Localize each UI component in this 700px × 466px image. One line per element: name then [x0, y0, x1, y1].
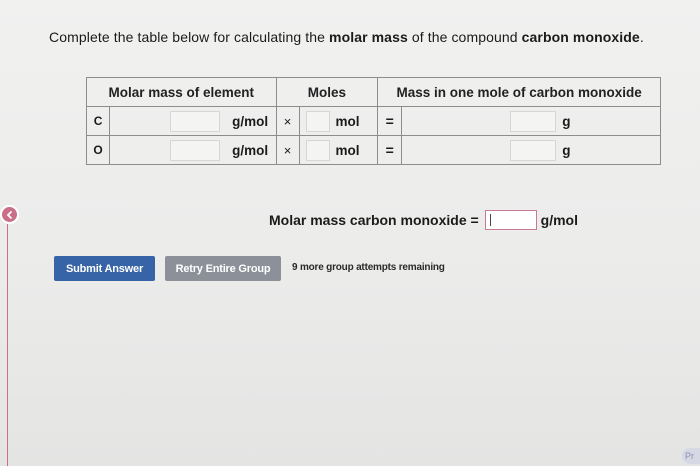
question-instruction: Complete the table below for calculating… [49, 29, 644, 45]
answer-unit: g/mol [540, 212, 579, 228]
corner-tab-label: Pr [685, 451, 694, 461]
table-row-oxygen: O g/mol × mol = g [85, 135, 661, 165]
times-sign: × [275, 106, 300, 136]
moles-cell: mol [298, 135, 379, 165]
instruction-text: Complete the table below for calculating… [49, 29, 326, 45]
oxygen-molar-mass-input[interactable] [170, 139, 221, 161]
equals-sign: = [377, 106, 403, 136]
carbon-mass-input[interactable] [510, 110, 557, 132]
result-cell: g [401, 135, 661, 165]
back-button[interactable] [0, 205, 19, 224]
table-header-row: Molar mass of element Moles Mass in one … [86, 77, 661, 107]
moles-cell: mol [298, 106, 379, 136]
unit-label: g [562, 142, 571, 158]
header-molar-mass: Molar mass of element [86, 77, 277, 107]
table-row-carbon: C g/mol × mol = g [85, 106, 661, 136]
final-answer-row: Molar mass carbon monoxide = g/mol [269, 210, 578, 230]
result-cell: g [401, 106, 661, 136]
answer-label: Molar mass carbon monoxide = [269, 212, 479, 228]
instruction-period: . [639, 29, 644, 45]
equals-sign: = [377, 135, 403, 165]
instruction-text: of the compound [411, 29, 518, 45]
element-symbol: C [85, 106, 111, 136]
retry-group-button[interactable]: Retry Entire Group [165, 256, 281, 281]
unit-label: g/mol [232, 113, 269, 129]
unit-label: g/mol [232, 142, 269, 158]
header-moles: Moles [275, 77, 379, 107]
unit-label: mol [335, 113, 360, 129]
mass-cell: g/mol [109, 135, 277, 165]
left-accent-line [7, 224, 8, 466]
unit-label: mol [335, 142, 360, 158]
unit-label: g [562, 113, 571, 129]
submit-answer-button[interactable]: Submit Answer [54, 256, 155, 281]
mass-cell: g/mol [109, 106, 277, 136]
molar-mass-table: Molar mass of element Moles Mass in one … [85, 77, 661, 165]
oxygen-moles-input[interactable] [305, 139, 330, 161]
molar-mass-answer-input[interactable] [484, 210, 537, 230]
instruction-bold-molar-mass: molar mass [329, 29, 408, 45]
instruction-bold-compound: carbon monoxide [521, 29, 640, 45]
corner-tab[interactable]: Pr [682, 448, 700, 464]
oxygen-mass-input[interactable] [510, 139, 557, 161]
attempts-remaining-text: 9 more group attempts remaining [292, 262, 445, 273]
times-sign: × [275, 135, 300, 165]
element-symbol: O [85, 135, 111, 165]
carbon-molar-mass-input[interactable] [170, 110, 221, 132]
chevron-left-icon [6, 210, 12, 219]
carbon-moles-input[interactable] [305, 110, 330, 132]
header-mass: Mass in one mole of carbon monoxide [377, 77, 661, 107]
